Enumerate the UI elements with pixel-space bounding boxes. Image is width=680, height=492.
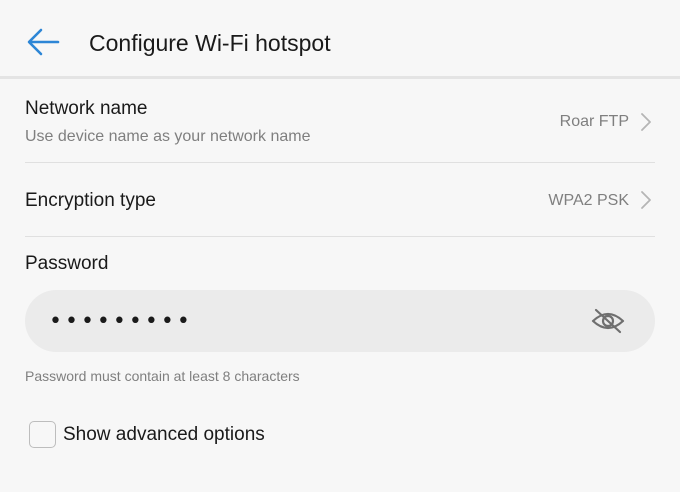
- encryption-type-label: Encryption type: [25, 190, 156, 211]
- advanced-options-label: Show advanced options: [63, 424, 265, 445]
- encryption-type-row[interactable]: Encryption type WPA2 PSK: [25, 163, 655, 236]
- advanced-options-checkbox[interactable]: [29, 421, 56, 448]
- chevron-right-icon: [640, 190, 652, 210]
- back-arrow-icon: [27, 28, 60, 56]
- password-label: Password: [25, 253, 109, 274]
- network-name-row[interactable]: Network name Use device name as your net…: [25, 88, 655, 162]
- network-name-subtitle: Use device name as your network name: [25, 128, 311, 145]
- header-divider: [0, 76, 680, 79]
- chevron-right-icon: [640, 112, 652, 132]
- network-name-label: Network name: [25, 98, 148, 119]
- back-button[interactable]: [22, 26, 62, 58]
- password-input[interactable]: [49, 304, 569, 338]
- password-field: [25, 290, 655, 352]
- divider: [25, 236, 655, 237]
- eye-off-icon: [591, 308, 625, 334]
- network-name-value: Roar FTP: [559, 113, 629, 130]
- encryption-type-value: WPA2 PSK: [548, 192, 629, 209]
- page-title: Configure Wi-Fi hotspot: [89, 30, 331, 56]
- app-header: Configure Wi-Fi hotspot: [0, 0, 680, 76]
- password-hint: Password must contain at least 8 charact…: [25, 368, 300, 384]
- password-visibility-toggle[interactable]: [591, 307, 625, 335]
